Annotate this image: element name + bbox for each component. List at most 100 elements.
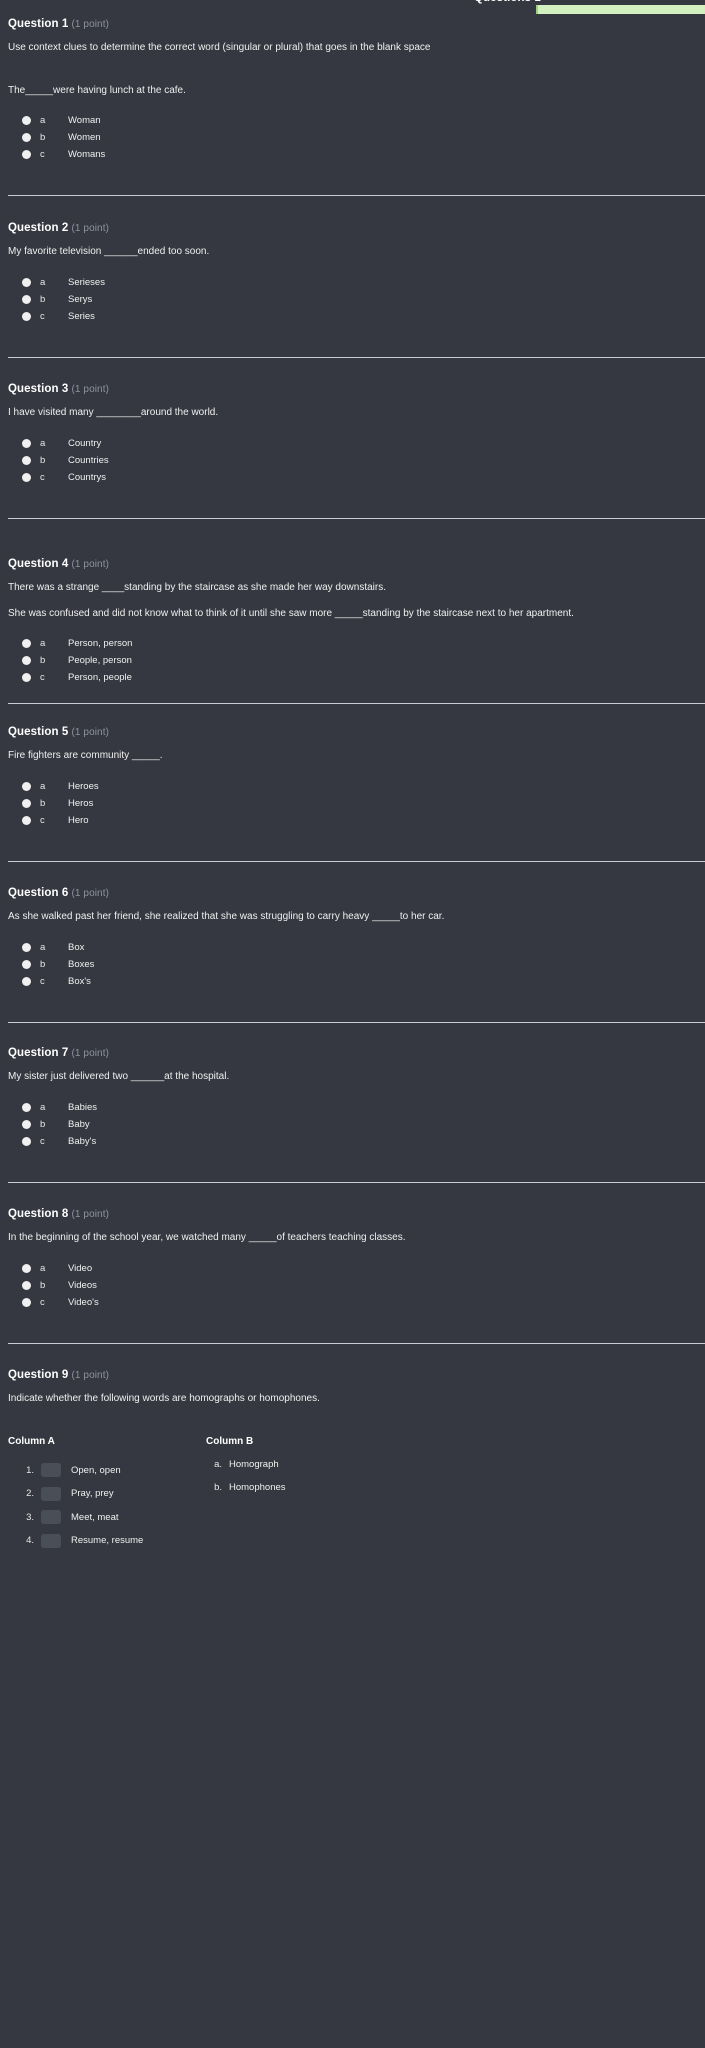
option-text: Woman: [68, 115, 101, 126]
option-row[interactable]: b Serys: [8, 291, 697, 308]
matching-answer-dropdown[interactable]: [41, 1533, 61, 1548]
option-letter: a: [40, 437, 46, 449]
option-text: Series: [68, 310, 95, 322]
option-row[interactable]: b Countries: [8, 452, 697, 469]
option-letter: a: [40, 115, 46, 126]
matching-item-text: Resume, resume: [71, 1535, 144, 1547]
option-row[interactable]: b Boxes: [8, 956, 697, 973]
matching-answer-dropdown[interactable]: [41, 1486, 61, 1501]
question-4-label: Question 4: [8, 558, 69, 570]
question-5-heading: Question 5 (1 point): [8, 726, 697, 738]
radio-icon[interactable]: [22, 656, 31, 665]
radio-icon[interactable]: [22, 438, 31, 448]
option-row[interactable]: c Countrys: [8, 469, 697, 486]
radio-icon[interactable]: [22, 815, 31, 825]
question-9-label: Question 9: [8, 1369, 69, 1381]
radio-icon[interactable]: [22, 798, 31, 808]
option-row[interactable]: a Country: [8, 435, 697, 452]
radio-icon[interactable]: [22, 1119, 31, 1129]
question-2-options: a Serieses b Serys c Series: [8, 274, 697, 325]
matching-item-text: Open, open: [71, 1464, 121, 1476]
question-1-label: Question 1: [8, 18, 69, 30]
question-5-options: a Heroes b Heros c Hero: [8, 778, 697, 829]
section-divider: [8, 861, 705, 862]
matching-answer-dropdown[interactable]: [41, 1463, 61, 1478]
option-row[interactable]: b People, person: [8, 652, 697, 669]
option-row[interactable]: a Babies: [8, 1099, 697, 1116]
option-row[interactable]: b Baby: [8, 1116, 697, 1133]
option-letter: c: [40, 672, 45, 683]
question-4-prompt-line2: She was confused and did not know what t…: [8, 607, 574, 619]
question-3-points: (1 point): [71, 384, 110, 395]
matching-row: 3. Meet, meat: [8, 1506, 206, 1530]
option-letter: b: [40, 797, 46, 809]
question-2-label: Question 2: [8, 222, 69, 234]
option-row[interactable]: a Serieses: [8, 274, 697, 291]
radio-icon[interactable]: [22, 942, 31, 952]
radio-icon[interactable]: [22, 294, 31, 304]
matching-answer-dropdown[interactable]: [41, 1510, 61, 1525]
option-letter: b: [40, 1279, 46, 1291]
option-row[interactable]: c Hero: [8, 812, 697, 829]
section-divider: [8, 357, 705, 358]
section-divider: [8, 1343, 705, 1344]
radio-icon[interactable]: [22, 277, 31, 287]
radio-icon[interactable]: [22, 673, 31, 682]
option-row[interactable]: c Person, people: [8, 669, 697, 686]
option-row[interactable]: b Heros: [8, 795, 697, 812]
option-row[interactable]: a Heroes: [8, 778, 697, 795]
radio-icon[interactable]: [22, 116, 31, 125]
option-text: Person, people: [68, 672, 132, 683]
radio-icon[interactable]: [22, 311, 31, 321]
question-8-label: Question 8: [8, 1208, 69, 1220]
question-5-prompt: Fire fighters are community _____.: [8, 750, 163, 761]
column-b-header: Column B: [206, 1435, 254, 1447]
question-9: Question 9 (1 point) Indicate whether the…: [0, 1369, 705, 1553]
question-5: Question 5 (1 point) Fire fighters are co…: [0, 726, 705, 829]
radio-icon[interactable]: [22, 1263, 31, 1273]
matching-option-letter: b.: [214, 1482, 222, 1493]
question-9-heading: Question 9 (1 point): [8, 1369, 697, 1381]
option-letter: a: [40, 780, 46, 792]
option-row[interactable]: b Videos: [8, 1277, 697, 1294]
radio-icon[interactable]: [22, 1102, 31, 1112]
option-row[interactable]: a Person, person: [8, 635, 697, 652]
option-row[interactable]: c Baby's: [8, 1133, 697, 1150]
option-text: Country: [68, 437, 102, 449]
option-row[interactable]: a Woman: [8, 112, 697, 129]
option-text: Box: [68, 941, 85, 953]
matching-row: 2. Pray, prey: [8, 1482, 206, 1506]
radio-icon[interactable]: [22, 976, 31, 986]
question-1-points: (1 point): [71, 19, 110, 30]
radio-icon[interactable]: [22, 133, 31, 142]
radio-icon[interactable]: [22, 1136, 31, 1146]
radio-icon[interactable]: [22, 472, 31, 482]
matching-item-number: 3.: [26, 1511, 34, 1523]
option-text: Babies: [68, 1101, 98, 1113]
option-row[interactable]: c Womans: [8, 146, 697, 163]
option-letter: b: [40, 1118, 46, 1130]
radio-icon[interactable]: [22, 1280, 31, 1290]
option-row[interactable]: c Series: [8, 308, 697, 325]
option-text: Countrys: [68, 471, 107, 483]
matching-item-number: 1.: [26, 1464, 34, 1476]
radio-icon[interactable]: [22, 150, 31, 159]
matching-option-letter: a.: [214, 1458, 222, 1470]
radio-icon[interactable]: [22, 781, 31, 791]
radio-icon[interactable]: [22, 1297, 31, 1307]
option-row[interactable]: a Box: [8, 939, 697, 956]
option-row[interactable]: c Video's: [8, 1294, 697, 1311]
option-text: Baby's: [68, 1135, 97, 1147]
option-letter: a: [40, 1262, 46, 1274]
matching-option-row: a. Homograph: [206, 1459, 466, 1483]
radio-icon[interactable]: [22, 959, 31, 969]
question-7-points: (1 point): [71, 1048, 110, 1059]
question-3-prompt: I have visited many ________around the w…: [8, 407, 219, 418]
question-5-points: (1 point): [71, 727, 110, 738]
option-text: Video's: [68, 1296, 99, 1308]
option-row[interactable]: a Video: [8, 1260, 697, 1277]
radio-icon[interactable]: [22, 455, 31, 465]
option-row[interactable]: b Women: [8, 129, 697, 146]
option-row[interactable]: c Box's: [8, 973, 697, 990]
radio-icon[interactable]: [22, 639, 31, 648]
